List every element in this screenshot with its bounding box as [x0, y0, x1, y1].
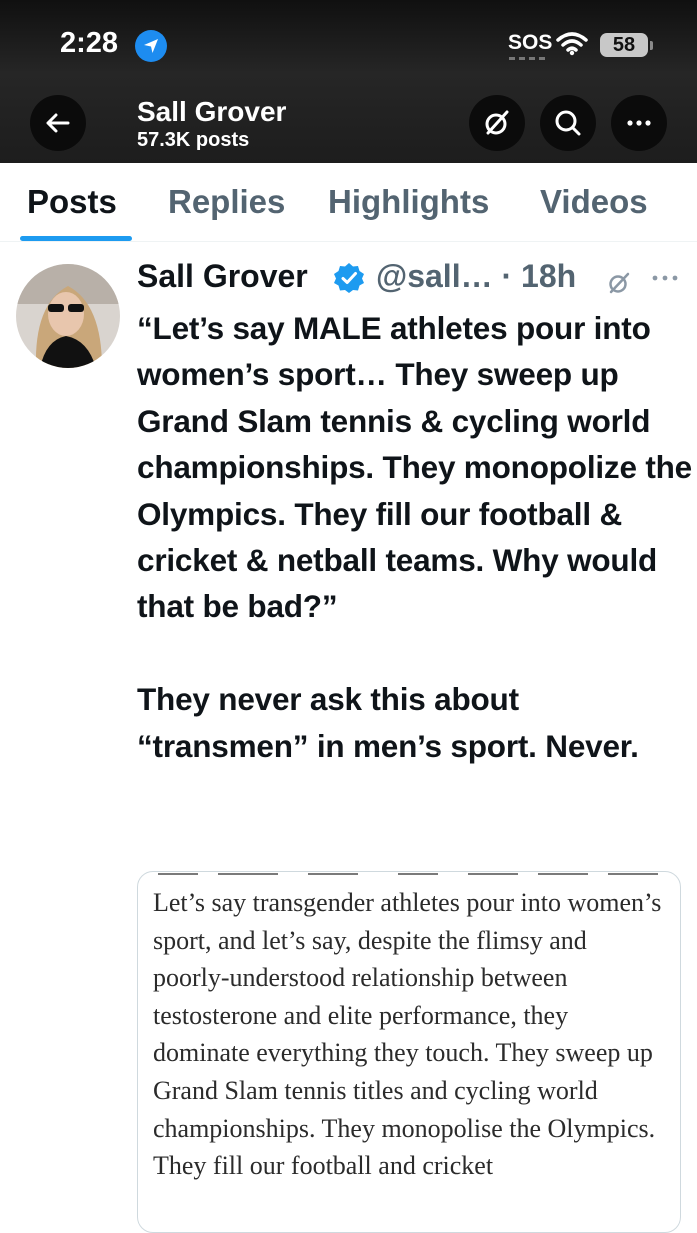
tweet-handle-time[interactable]: @sall… · 18h [376, 258, 576, 295]
more-options-button[interactable] [611, 95, 667, 151]
tab-replies[interactable]: Replies [168, 183, 285, 221]
avatar[interactable] [16, 264, 120, 368]
grok-icon [485, 110, 509, 135]
tab-highlights[interactable]: Highlights [328, 183, 489, 221]
tweet-more-icon[interactable] [651, 268, 681, 293]
sos-indicator: SOS [508, 31, 553, 54]
back-button[interactable] [30, 95, 86, 151]
location-arrow-icon [135, 30, 167, 62]
active-tab-indicator [20, 236, 132, 241]
tweet-grok-icon[interactable] [604, 268, 634, 303]
tweet-media-card[interactable]: Let’s say transgender athletes pour into… [137, 871, 681, 1233]
profile-header: 2:28 SOS 58 Sall Grover 57.3K posts [0, 0, 697, 163]
tweet-text: “Let’s say MALE athletes pour into women… [137, 310, 693, 764]
back-arrow-icon [46, 113, 70, 133]
tab-videos[interactable]: Videos [540, 183, 648, 221]
search-button[interactable] [540, 95, 596, 151]
cut-off-line-icon [158, 873, 658, 875]
search-icon [555, 110, 581, 136]
tab-posts[interactable]: Posts [27, 183, 117, 221]
profile-name: Sall Grover [137, 96, 287, 127]
signal-dots [509, 57, 545, 60]
more-icon [627, 120, 651, 126]
grok-button[interactable] [469, 95, 525, 151]
profile-post-count: 57.3K posts [137, 129, 250, 151]
battery-indicator: 58 [600, 33, 648, 57]
battery-cap [650, 41, 653, 50]
wifi-icon [556, 32, 588, 61]
tweet-author-name[interactable]: Sall Grover [137, 258, 308, 295]
status-time: 2:28 [60, 27, 119, 59]
tweet-media-text: Let’s say transgender athletes pour into… [153, 888, 662, 1181]
verified-badge-icon [333, 262, 365, 299]
